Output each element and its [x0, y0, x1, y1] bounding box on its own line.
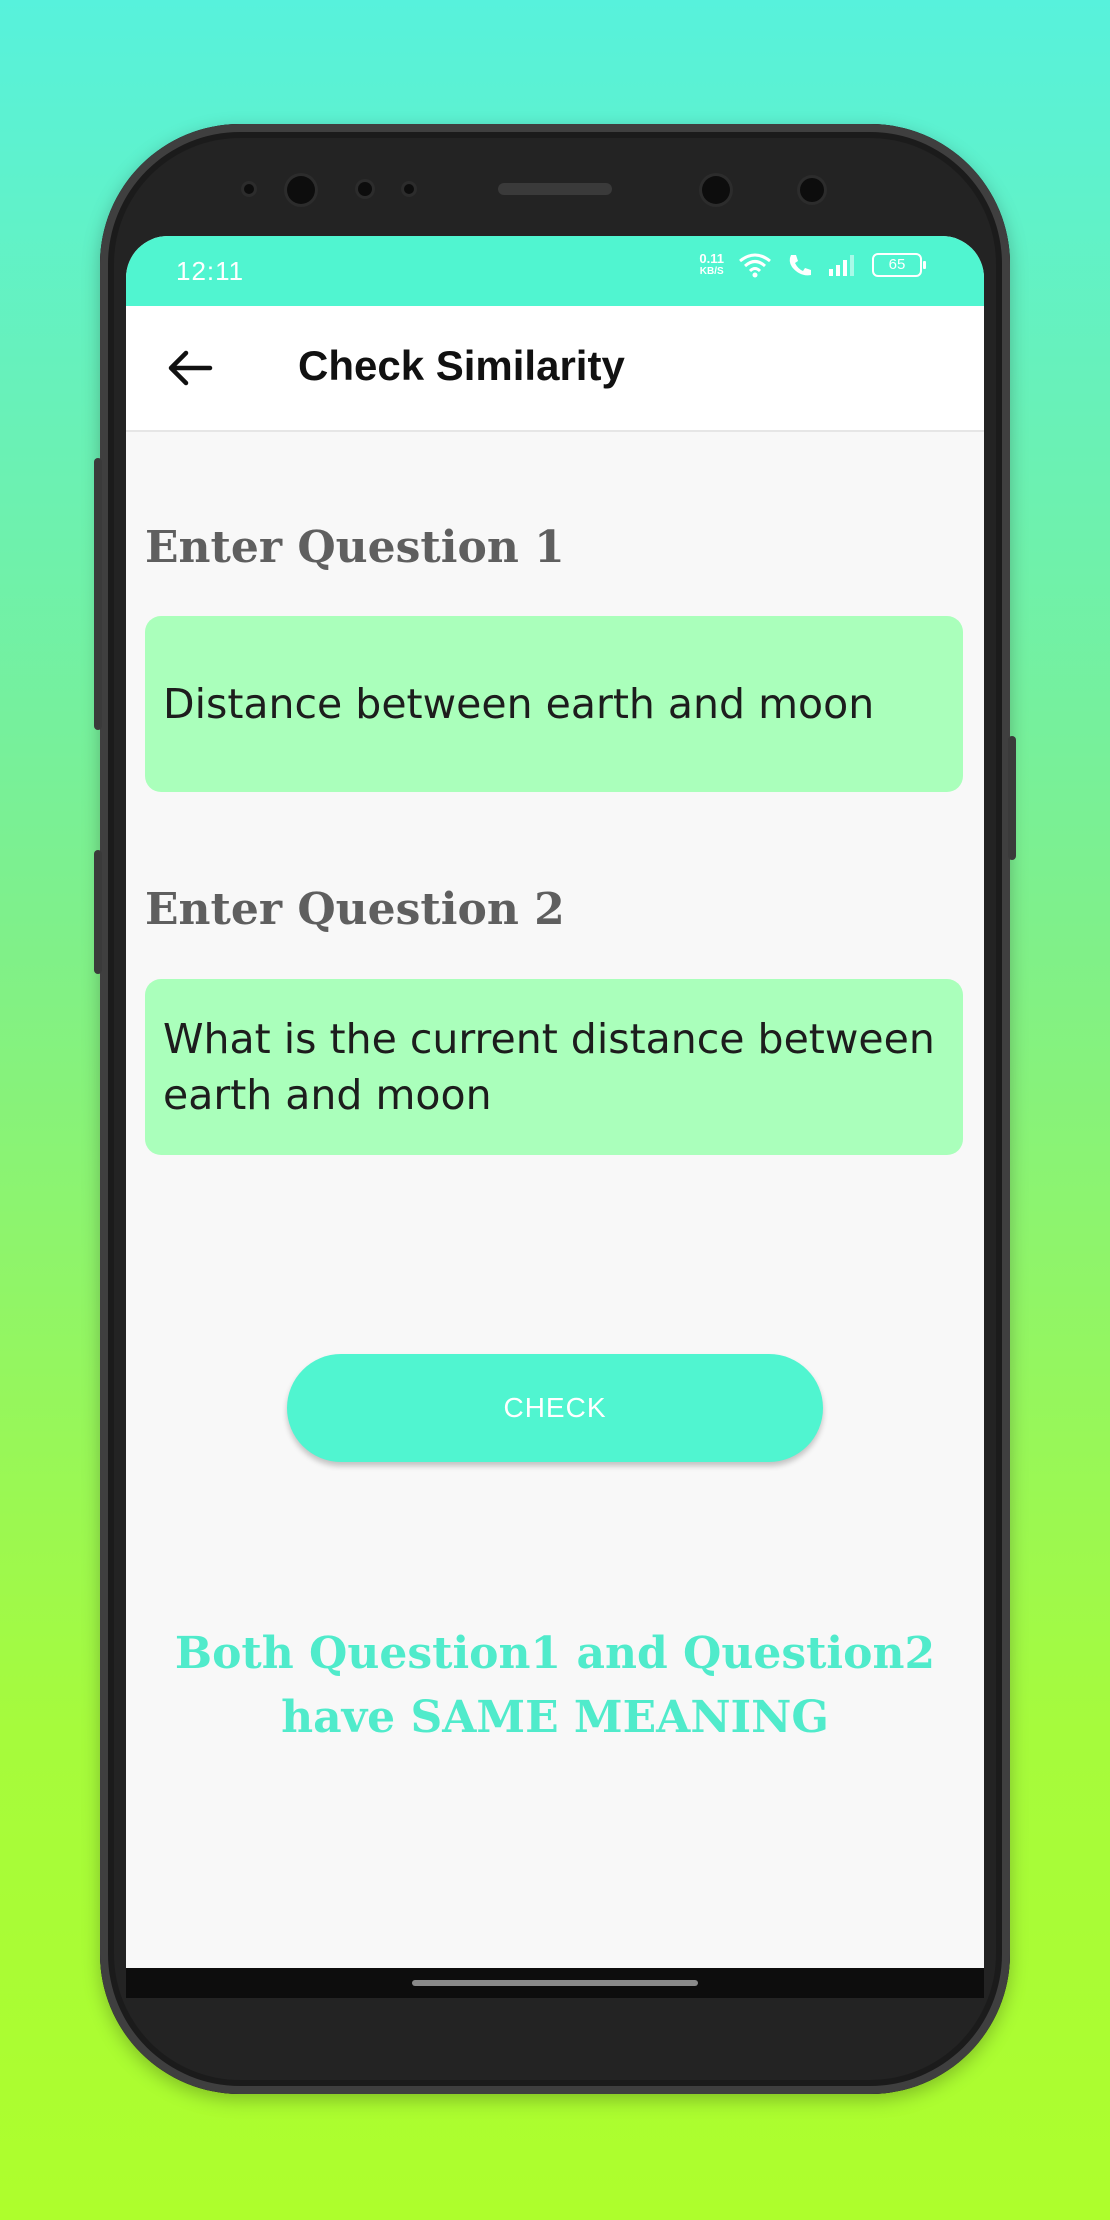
- sensor-dot: [244, 184, 254, 194]
- question-1-label: Enter Question 1: [145, 522, 565, 573]
- front-camera: [287, 176, 315, 204]
- question-1-input[interactable]: Distance between earth and moon: [145, 616, 963, 792]
- app-screen: 12:11 0.11 KB/S 65 Check Similarity Ente…: [126, 236, 984, 1968]
- network-speed: 0.11 KB/S: [699, 252, 724, 278]
- battery-icon: 65: [872, 253, 926, 277]
- wifi-icon: [739, 253, 771, 278]
- signal-icon: [829, 255, 854, 276]
- rear-sensor: [800, 178, 824, 202]
- home-indicator[interactable]: [412, 1980, 698, 1986]
- question-2-value: What is the current distance between ear…: [163, 1015, 935, 1119]
- power-button: [1008, 736, 1016, 860]
- volume-down-button: [94, 850, 102, 974]
- check-button[interactable]: CHECK: [287, 1354, 823, 1462]
- rear-sensor: [702, 176, 730, 204]
- call-icon: [789, 255, 811, 276]
- arrow-left-icon[interactable]: [166, 348, 214, 388]
- network-speed-unit: KB/S: [699, 266, 724, 277]
- question-1-value: Distance between earth and moon: [163, 680, 875, 728]
- page-title: Check Similarity: [298, 342, 625, 389]
- question-2-input[interactable]: What is the current distance between ear…: [145, 979, 963, 1155]
- question-2-label: Enter Question 2: [145, 884, 565, 935]
- status-time: 12:11: [176, 256, 245, 286]
- app-bar: Check Similarity: [126, 306, 984, 432]
- status-bar: 12:11 0.11 KB/S 65: [126, 236, 984, 306]
- result-line-1: Both Question1 and Question2: [174, 1628, 936, 1679]
- sensor-dot: [404, 184, 414, 194]
- status-icons: 0.11 KB/S 65: [699, 252, 926, 278]
- earpiece-speaker: [498, 183, 612, 195]
- network-speed-value: 0.11: [699, 251, 724, 266]
- result-line-2: have SAME MEANING: [281, 1692, 829, 1743]
- sensor-dot: [358, 182, 372, 196]
- result-message: Both Question1 and Question2 have SAME M…: [126, 1622, 984, 1750]
- volume-up-button: [94, 458, 102, 730]
